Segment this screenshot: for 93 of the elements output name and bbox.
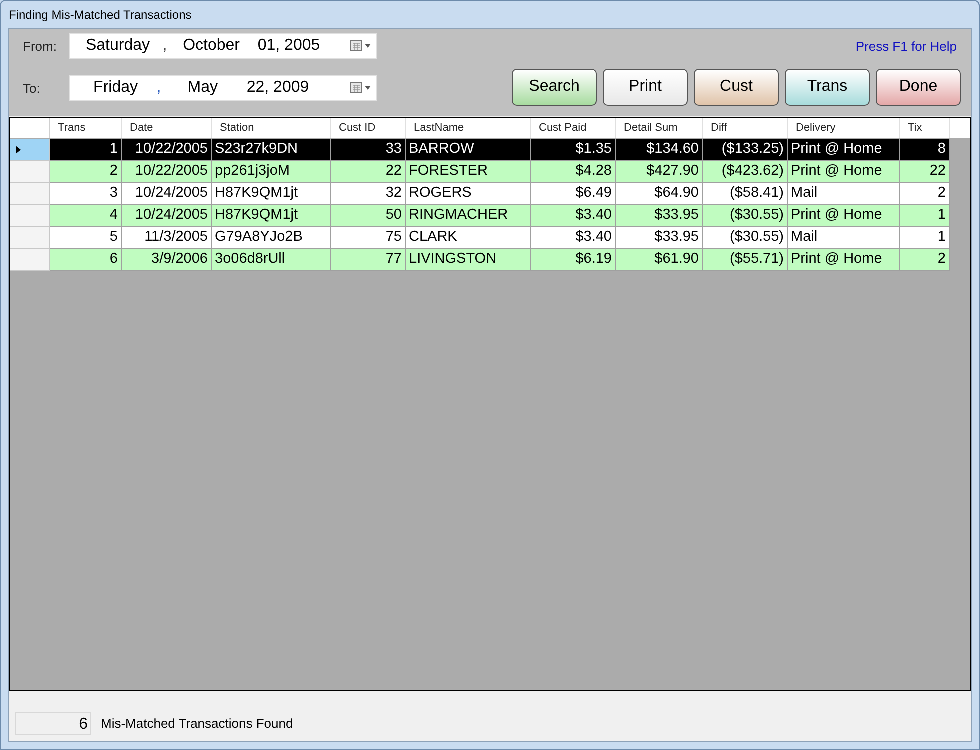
column-header[interactable]: Cust ID bbox=[331, 118, 406, 138]
table-cell: $33.95 bbox=[616, 227, 703, 249]
table-cell: 3 bbox=[50, 183, 122, 205]
current-row-icon bbox=[16, 146, 21, 154]
table-cell: Print @ Home bbox=[788, 249, 900, 271]
action-button[interactable]: Trans bbox=[785, 68, 870, 106]
table-cell: Mail bbox=[788, 227, 900, 249]
table-cell: $61.90 bbox=[616, 249, 703, 271]
table-cell: 6 bbox=[50, 249, 122, 271]
table-cell: pp261j3joM bbox=[212, 161, 331, 183]
table-cell: 10/24/2005 bbox=[122, 205, 212, 227]
table-cell: 77 bbox=[331, 249, 406, 271]
table-row[interactable]: 1 10/22/2005 S23r27k9DN 33 BARROW $1.35 $134.60 ($133.25) Print @ Home 8 bbox=[10, 139, 970, 161]
table-cell: 2 bbox=[900, 183, 950, 205]
table-cell: $64.90 bbox=[616, 183, 703, 205]
table-cell: $4.28 bbox=[531, 161, 616, 183]
table-cell: 3/9/2006 bbox=[122, 249, 212, 271]
table-cell: 3o06d8rUll bbox=[212, 249, 331, 271]
help-text: Press F1 for Help bbox=[856, 38, 957, 56]
table-cell: CLARK bbox=[406, 227, 531, 249]
table-cell: 1 bbox=[900, 205, 950, 227]
table-row[interactable]: 2 10/22/2005 pp261j3joM 22 FORESTER $4.28 $427.90 ($423.62) Print @ Home 22 bbox=[10, 161, 970, 183]
table-cell: 1 bbox=[900, 227, 950, 249]
column-header[interactable]: Tix bbox=[900, 118, 950, 138]
table-cell: 33 bbox=[331, 139, 406, 161]
table-cell: H87K9QM1jt bbox=[212, 205, 331, 227]
table-cell: 50 bbox=[331, 205, 406, 227]
count-field: 6 bbox=[15, 712, 91, 735]
table-cell: 10/22/2005 bbox=[122, 161, 212, 183]
calendar-dropdown-icon[interactable] bbox=[350, 82, 372, 94]
table-cell: Print @ Home bbox=[788, 161, 900, 183]
table-cell: ROGERS bbox=[406, 183, 531, 205]
table-cell: LIVINGSTON bbox=[406, 249, 531, 271]
action-button[interactable]: Print bbox=[603, 68, 688, 106]
table-cell: $6.19 bbox=[531, 249, 616, 271]
table-cell: 2 bbox=[50, 161, 122, 183]
table-cell: 32 bbox=[331, 183, 406, 205]
table-cell: $1.35 bbox=[531, 139, 616, 161]
table-cell: ($133.25) bbox=[703, 139, 788, 161]
table-row[interactable]: 6 3/9/2006 3o06d8rUll 77 LIVINGSTON $6.19 $61.90 ($55.71) Print @ Home 2 bbox=[10, 249, 970, 271]
table-cell: Print @ Home bbox=[788, 139, 900, 161]
date-picker[interactable]: Friday , May 22, 2009 bbox=[69, 75, 377, 101]
table-cell: 1 bbox=[50, 139, 122, 161]
action-button[interactable]: Cust bbox=[694, 68, 779, 106]
column-header[interactable]: Delivery bbox=[788, 118, 900, 138]
table-cell: $3.40 bbox=[531, 205, 616, 227]
table-cell: 8 bbox=[900, 139, 950, 161]
table-cell: G79A8YJo2B bbox=[212, 227, 331, 249]
field-label: To: bbox=[23, 80, 42, 98]
table-cell: ($55.71) bbox=[703, 249, 788, 271]
status-text: Mis-Matched Transactions Found bbox=[101, 714, 294, 733]
action-button[interactable]: Search bbox=[512, 68, 597, 106]
field-label: From: bbox=[23, 38, 58, 56]
table-cell: 22 bbox=[900, 161, 950, 183]
column-header[interactable]: Diff bbox=[703, 118, 788, 138]
table-cell: $427.90 bbox=[616, 161, 703, 183]
column-header[interactable]: Date bbox=[122, 118, 212, 138]
table-cell: 75 bbox=[331, 227, 406, 249]
table-cell: 22 bbox=[331, 161, 406, 183]
table-cell: H87K9QM1jt bbox=[212, 183, 331, 205]
table-cell: 10/24/2005 bbox=[122, 183, 212, 205]
table-cell: BARROW bbox=[406, 139, 531, 161]
column-header[interactable]: Cust Paid bbox=[531, 118, 616, 138]
table-cell: $6.49 bbox=[531, 183, 616, 205]
calendar-dropdown-icon[interactable] bbox=[350, 40, 372, 52]
table-cell: ($30.55) bbox=[703, 205, 788, 227]
column-header[interactable]: Station bbox=[212, 118, 331, 138]
table-cell: $3.40 bbox=[531, 227, 616, 249]
table-cell: FORESTER bbox=[406, 161, 531, 183]
window-title: Finding Mis-Matched Transactions bbox=[9, 6, 192, 24]
table-row[interactable]: 4 10/24/2005 H87K9QM1jt 50 RINGMACHER $3.40 $33.95 ($30.55) Print @ Home 1 bbox=[10, 205, 970, 227]
table-cell: ($30.55) bbox=[703, 227, 788, 249]
table-cell: Print @ Home bbox=[788, 205, 900, 227]
table-cell: S23r27k9DN bbox=[212, 139, 331, 161]
table-cell: 10/22/2005 bbox=[122, 139, 212, 161]
table-cell: 11/3/2005 bbox=[122, 227, 212, 249]
table-cell: 5 bbox=[50, 227, 122, 249]
column-header[interactable]: LastName bbox=[406, 118, 531, 138]
table-cell: ($423.62) bbox=[703, 161, 788, 183]
table-cell: ($58.41) bbox=[703, 183, 788, 205]
table-row[interactable]: 5 11/3/2005 G79A8YJo2B 75 CLARK $3.40 $33.95 ($30.55) Mail 1 bbox=[10, 227, 970, 249]
table-row[interactable]: 3 10/24/2005 H87K9QM1jt 32 ROGERS $6.49 $64.90 ($58.41) Mail 2 bbox=[10, 183, 970, 205]
table-cell: 2 bbox=[900, 249, 950, 271]
table-cell: RINGMACHER bbox=[406, 205, 531, 227]
table-cell: $33.95 bbox=[616, 205, 703, 227]
table-cell: $134.60 bbox=[616, 139, 703, 161]
table-cell: Mail bbox=[788, 183, 900, 205]
table-cell: 4 bbox=[50, 205, 122, 227]
row-header[interactable] bbox=[10, 139, 50, 161]
column-header[interactable]: Detail Sum bbox=[616, 118, 703, 138]
date-picker[interactable]: Saturday , October 01, 2005 bbox=[69, 33, 377, 59]
action-button[interactable]: Done bbox=[876, 68, 961, 106]
column-header[interactable]: Trans bbox=[50, 118, 122, 138]
